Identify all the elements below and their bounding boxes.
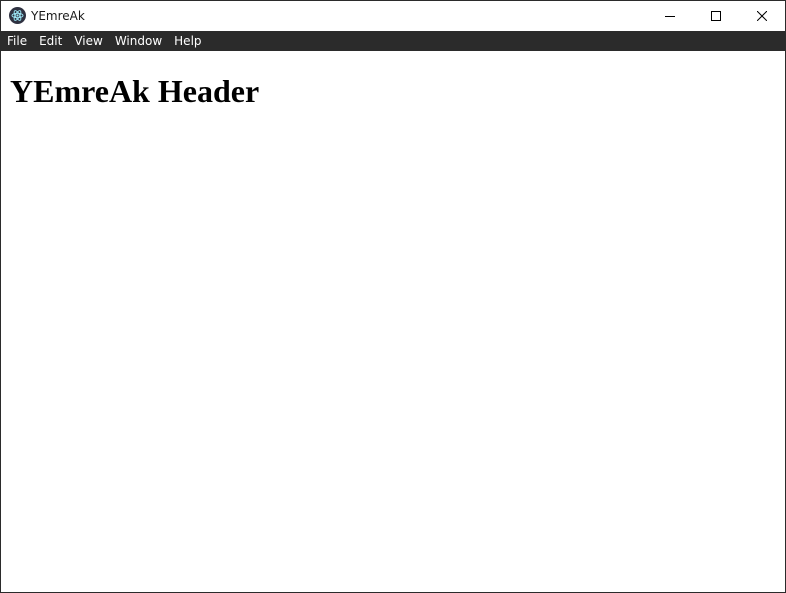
close-icon xyxy=(757,11,767,21)
minimize-button[interactable] xyxy=(647,1,693,31)
menu-item-view[interactable]: View xyxy=(68,31,108,51)
electron-app-icon xyxy=(9,7,26,24)
app-window: YEmreAk File Edit View Window Help YEmre… xyxy=(0,0,786,593)
menu-item-window[interactable]: Window xyxy=(109,31,168,51)
window-title: YEmreAk xyxy=(31,9,85,23)
maximize-button[interactable] xyxy=(693,1,739,31)
page-header: YEmreAk Header xyxy=(10,73,260,109)
menu-item-edit[interactable]: Edit xyxy=(33,31,68,51)
maximize-icon xyxy=(711,11,721,21)
menu-bar: File Edit View Window Help xyxy=(1,31,785,51)
menu-item-file[interactable]: File xyxy=(1,31,33,51)
content-area: YEmreAk Header xyxy=(1,51,785,592)
title-bar[interactable]: YEmreAk xyxy=(1,1,785,31)
menu-item-help[interactable]: Help xyxy=(168,31,207,51)
close-button[interactable] xyxy=(739,1,785,31)
minimize-icon xyxy=(665,11,675,21)
